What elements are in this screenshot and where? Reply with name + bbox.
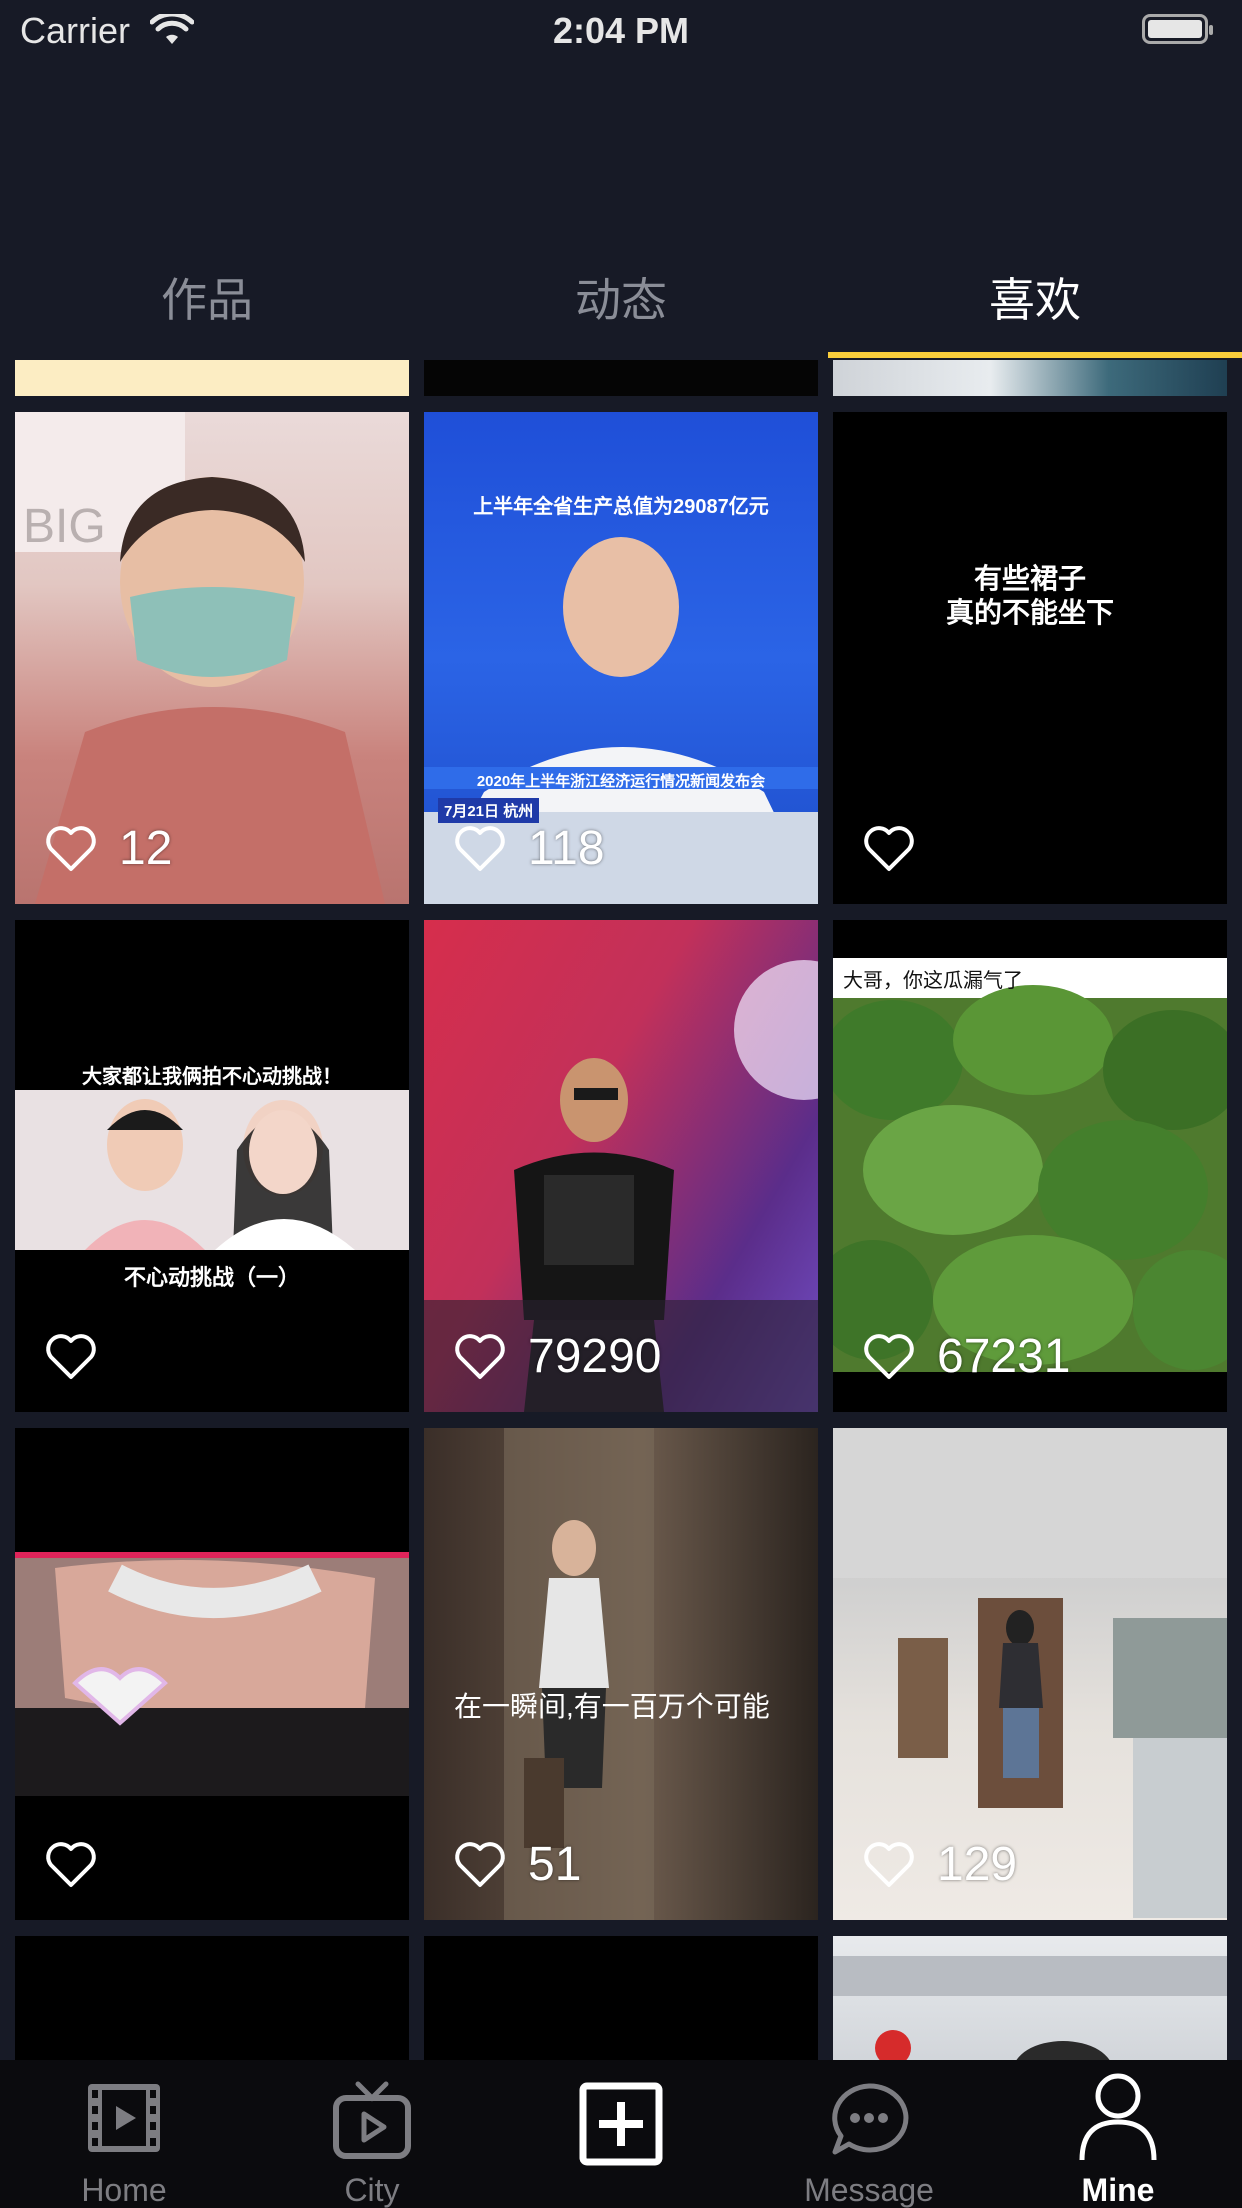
like-count: 51 — [528, 1837, 582, 1891]
video-thumbnail[interactable] — [15, 1936, 409, 2060]
bottom-nav: Home City Message Mine — [0, 2060, 1242, 2208]
video-thumbnail[interactable]: 大哥，你这瓜漏气了 67231 — [833, 920, 1227, 1412]
chat-bubble-icon — [832, 2083, 909, 2155]
video-thumbnail[interactable]: 129 — [833, 1428, 1227, 1920]
like-row — [43, 1328, 119, 1384]
thumbnail-caption: 有些裙子 真的不能坐下 — [945, 563, 1114, 628]
video-thumbnail[interactable]: BIG 12 — [15, 412, 409, 904]
heart-icon[interactable] — [43, 1331, 99, 1381]
like-count: 12 — [119, 821, 173, 875]
thumbnail-subcaption: 不心动挑战（一） — [123, 1265, 300, 1290]
nav-message[interactable]: Message — [745, 2060, 993, 2208]
nav-label: Home — [81, 2172, 167, 2208]
nav-label: Mine — [1081, 2172, 1155, 2208]
partial-thumbnail[interactable] — [15, 358, 409, 396]
person-icon — [1079, 2073, 1157, 2161]
heart-icon[interactable] — [452, 1331, 508, 1381]
thumbnail-subcaption: 2020年上半年浙江经济运行情况新闻发布会 — [476, 773, 766, 790]
like-count: 67231 — [937, 1329, 1071, 1383]
like-row — [43, 1836, 119, 1892]
heart-icon[interactable] — [861, 1839, 917, 1889]
video-thumbnail[interactable] — [833, 1936, 1227, 2060]
like-row: 51 — [452, 1836, 581, 1892]
clock: 2:04 PM — [552, 10, 690, 51]
tab-activity[interactable]: 动态 — [414, 250, 828, 360]
tab-likes[interactable]: 喜欢 — [828, 250, 1242, 360]
screen: Carrier 2:04 PM BIG 12 上半年全省生产总值为29087亿元… — [0, 0, 1242, 2208]
tab-works[interactable]: 作品 — [0, 250, 414, 360]
video-thumbnail[interactable]: 在一瞬间,有一百万个可能 51 — [424, 1428, 818, 1920]
video-thumbnail[interactable]: 有些裙子 真的不能坐下 — [833, 412, 1227, 904]
nav-mine[interactable]: Mine — [994, 2060, 1242, 2208]
heart-icon[interactable] — [452, 1839, 508, 1889]
heart-icon[interactable] — [452, 823, 508, 873]
active-tab-indicator — [828, 352, 1242, 358]
tv-play-icon — [333, 2081, 411, 2159]
video-thumbnail[interactable]: 79290 — [424, 920, 818, 1412]
video-thumbnail[interactable] — [15, 1428, 409, 1920]
video-thumbnail[interactable] — [424, 1936, 818, 2060]
video-thumbnail[interactable]: 大家都让我俩拍不心动挑战！ 不心动挑战（一） — [15, 920, 409, 1412]
svg-text:BIG: BIG — [23, 500, 106, 553]
film-icon — [88, 2084, 160, 2152]
heart-icon[interactable] — [43, 823, 99, 873]
like-row: 67231 — [861, 1328, 1070, 1384]
nav-create[interactable] — [497, 2060, 745, 2208]
video-thumbnail[interactable]: 上半年全省生产总值为29087亿元 2020年上半年浙江经济运行情况新闻发布会 … — [424, 412, 818, 904]
heart-icon[interactable] — [861, 1331, 917, 1381]
profile-tab-bar: 作品 动态 喜欢 — [0, 250, 1242, 360]
like-count: 79290 — [528, 1329, 662, 1383]
liked-video-grid[interactable]: BIG 12 上半年全省生产总值为29087亿元 2020年上半年浙江经济运行情… — [0, 358, 1242, 2060]
like-count: 118 — [528, 821, 605, 875]
nav-home[interactable]: Home — [0, 2060, 248, 2208]
partial-thumbnail[interactable] — [833, 358, 1227, 396]
like-row: 129 — [861, 1836, 1017, 1892]
nav-label: City — [344, 2172, 400, 2208]
nav-label: Message — [804, 2172, 934, 2208]
status-bar: Carrier 2:04 PM — [0, 0, 1242, 62]
like-row: 79290 — [452, 1328, 661, 1384]
like-row — [861, 820, 937, 876]
like-row: 118 — [452, 820, 605, 876]
heart-icon[interactable] — [43, 1839, 99, 1889]
like-row: 12 — [43, 820, 172, 876]
thumbnail-art — [833, 1956, 1227, 2060]
partial-thumbnail[interactable] — [424, 358, 818, 396]
battery-icon — [1142, 14, 1213, 44]
like-count: 129 — [937, 1837, 1018, 1891]
thumbnail-caption: 大哥，你这瓜漏气了 — [843, 970, 1023, 992]
thumbnail-caption: 在一瞬间,有一百万个可能 — [454, 1691, 770, 1722]
nav-city[interactable]: City — [248, 2060, 496, 2208]
heart-icon[interactable] — [861, 823, 917, 873]
add-square-icon — [579, 2082, 663, 2166]
